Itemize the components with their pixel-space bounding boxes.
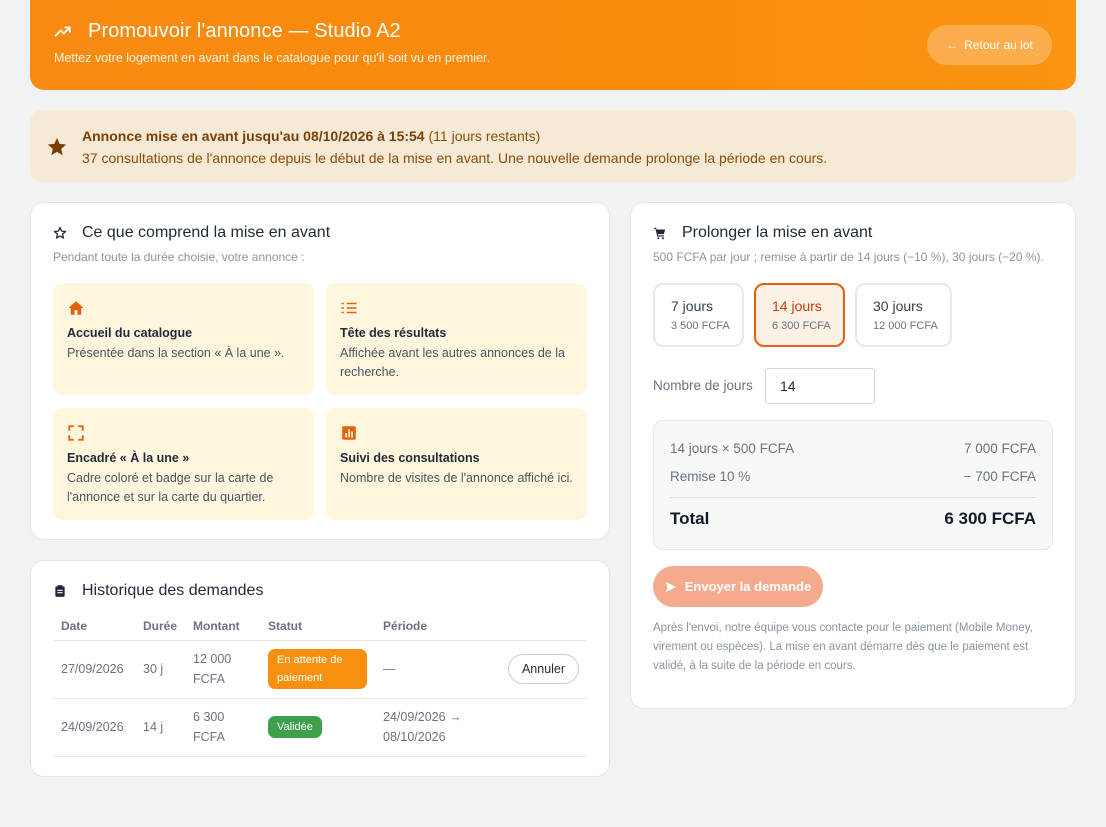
cell-date: 27/09/2026: [53, 640, 135, 699]
cell-status: En attente de paiement: [260, 640, 376, 699]
feature-title: Encadré « À la une »: [67, 451, 190, 465]
cell-duration: 14 j: [135, 698, 186, 757]
summary-base-row: 14 jours × 500 FCFA 7 000 FCFA: [670, 441, 1036, 456]
history-table: Date Durée Montant Statut Période 27/09/…: [53, 612, 587, 757]
extend-title: Prolonger la mise en avant: [682, 224, 873, 241]
bar-chart-icon: [342, 426, 356, 440]
feature-desc: Affichée avant les autres annonces de la…: [340, 346, 565, 379]
column-header-actions: [485, 612, 587, 641]
summary-total-label: Total: [670, 509, 710, 528]
feature-views-tracking: Suivi des consultations Nombre de visite…: [326, 408, 587, 520]
clipboard-icon: [55, 585, 65, 597]
pricing-info: 500 FCFA par jour ; remise à partir de 1…: [653, 250, 1044, 264]
star-outline-icon: [53, 226, 67, 239]
feature-catalog-home: Accueil du catalogue Présentée dans la s…: [53, 283, 314, 395]
summary-discount-label: Remise 10 %: [670, 469, 751, 484]
summary-base-value: 7 000 FCFA: [963, 441, 1036, 456]
send-icon: [665, 581, 676, 592]
status-badge: En attente de paiement: [268, 649, 368, 689]
days-input[interactable]: [765, 368, 875, 404]
cell-date: 24/09/2026: [53, 698, 135, 757]
column-header: Date: [53, 612, 135, 641]
page-subtitle: Mettez votre logement en avant dans le c…: [54, 51, 490, 65]
page-header: Promouvoir l'annonce — Studio A2 Mettez …: [30, 0, 1076, 90]
column-header: Durée: [135, 612, 186, 641]
feature-desc: Cadre coloré et badge sur la carte de l'…: [67, 471, 274, 504]
feature-title: Suivi des consultations: [340, 451, 480, 465]
option-price: 6 300 FCFA: [772, 320, 831, 332]
back-button-label: Retour au lot: [964, 38, 1033, 52]
history-title: Historique des demandes: [82, 582, 264, 599]
features-card: Ce que comprend la mise en avant Pendant…: [30, 202, 610, 540]
column-header: Montant: [185, 612, 261, 641]
summary-divider: [670, 497, 1036, 498]
promotion-end-text: Annonce mise en avant jusqu'au 08/10/202…: [82, 128, 541, 144]
cell-duration: 30 j: [135, 640, 186, 699]
cell-period: —: [375, 640, 486, 699]
option-price: 12 000 FCFA: [873, 320, 938, 332]
cell-amount: 6 300 FCFA: [185, 698, 261, 757]
duration-option-7[interactable]: 7 jours 3 500 FCFA: [653, 283, 744, 347]
feature-title: Accueil du catalogue: [67, 326, 193, 340]
duration-option-14[interactable]: 14 jours 6 300 FCFA: [754, 283, 845, 347]
back-to-lot-button[interactable]: ← Retour au lot: [927, 25, 1052, 65]
column-header: Période: [375, 612, 486, 641]
promotion-views-text: 37 consultations de l'annonce depuis le …: [82, 150, 828, 166]
home-icon: [68, 301, 84, 315]
feature-desc: Nombre de visites de l'annonce affiché i…: [340, 471, 573, 485]
days-label: Nombre de jours: [653, 378, 753, 393]
feature-desc: Présentée dans la section « À la une ».: [67, 346, 285, 360]
send-request-button[interactable]: Envoyer la demande: [653, 566, 823, 607]
feature-top-results: Tête des résultats Affichée avant les au…: [326, 283, 587, 395]
table-header-row: Date Durée Montant Statut Période: [53, 612, 587, 641]
feature-highlight-frame: Encadré « À la une » Cadre coloré et bad…: [53, 408, 314, 520]
price-summary: 14 jours × 500 FCFA 7 000 FCFA Remise 10…: [653, 420, 1053, 550]
page-title: Promouvoir l'annonce — Studio A2: [88, 20, 401, 42]
send-button-label: Envoyer la demande: [684, 579, 812, 594]
fullscreen-frame-icon: [68, 425, 84, 441]
cell-actions: [485, 698, 587, 757]
option-label: 7 jours: [671, 298, 714, 314]
table-row: 27/09/2026 30 j 12 000 FCFA En attente d…: [53, 640, 587, 699]
duration-option-30[interactable]: 30 jours 12 000 FCFA: [855, 283, 952, 347]
summary-total-value: 6 300 FCFA: [944, 509, 1036, 528]
column-header: Statut: [260, 612, 376, 641]
list-icon: [341, 302, 357, 314]
option-label: 30 jours: [873, 298, 923, 314]
cell-status: Validée: [260, 698, 376, 757]
summary-total-row: Total 6 300 FCFA: [670, 509, 1036, 529]
features-subtitle: Pendant toute la durée choisie, votre an…: [53, 250, 305, 264]
promotion-status-alert: Annonce mise en avant jusqu'au 08/10/202…: [30, 110, 1076, 182]
cell-amount: 12 000 FCFA: [185, 640, 261, 699]
star-icon: [47, 137, 67, 156]
extend-card: Prolonger la mise en avant 500 FCFA par …: [630, 202, 1076, 709]
cancel-request-button[interactable]: Annuler: [508, 654, 579, 684]
arrow-left-icon: ←: [946, 38, 959, 52]
cart-icon: [654, 227, 666, 240]
option-label: 14 jours: [772, 298, 822, 314]
table-row: 24/09/2026 14 j 6 300 FCFA Validée 24/09…: [53, 698, 587, 757]
features-title: Ce que comprend la mise en avant: [82, 224, 331, 241]
summary-discount-row: Remise 10 % − 700 FCFA: [670, 469, 1036, 484]
history-card: Historique des demandes Date Durée Monta…: [30, 560, 610, 777]
status-badge: Validée: [268, 716, 322, 738]
summary-discount-value: − 700 FCFA: [963, 469, 1036, 484]
summary-base-label: 14 jours × 500 FCFA: [670, 441, 795, 456]
cell-actions: Annuler: [485, 640, 587, 699]
payment-note: Après l'envoi, notre équipe vous contact…: [653, 622, 1033, 672]
feature-title: Tête des résultats: [340, 326, 447, 340]
cell-period: 24/09/2026 → 08/10/2026: [375, 698, 486, 757]
trending-up-icon: [54, 26, 71, 37]
option-price: 3 500 FCFA: [671, 320, 730, 332]
